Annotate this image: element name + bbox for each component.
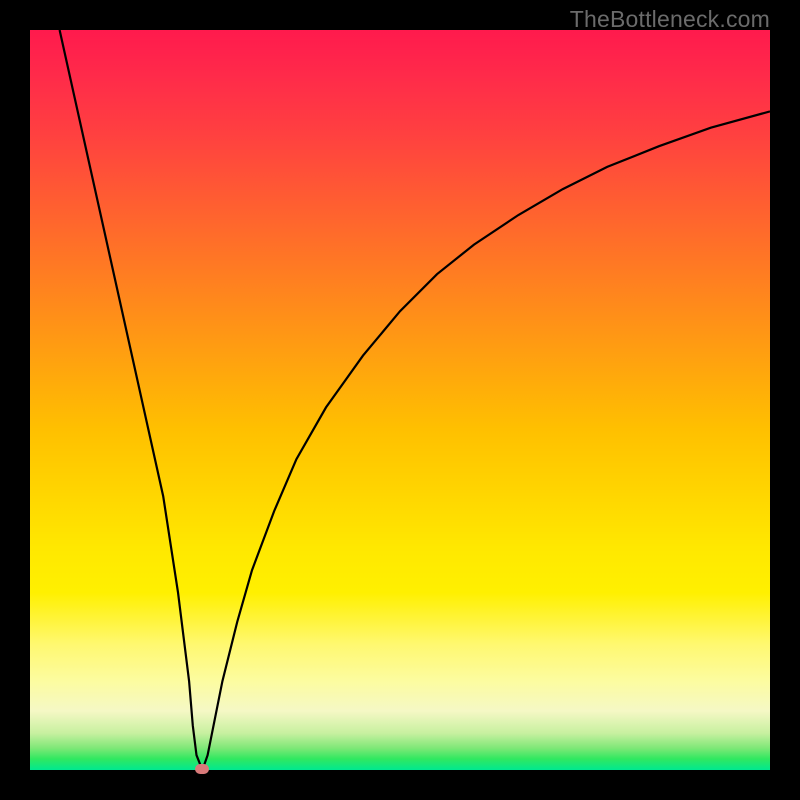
watermark-text: TheBottleneck.com [570, 6, 770, 33]
optimum-marker [195, 764, 209, 774]
curve-svg [30, 30, 770, 770]
plot-area [30, 30, 770, 770]
bottleneck-curve-path [60, 30, 770, 770]
chart-frame: TheBottleneck.com [0, 0, 800, 800]
